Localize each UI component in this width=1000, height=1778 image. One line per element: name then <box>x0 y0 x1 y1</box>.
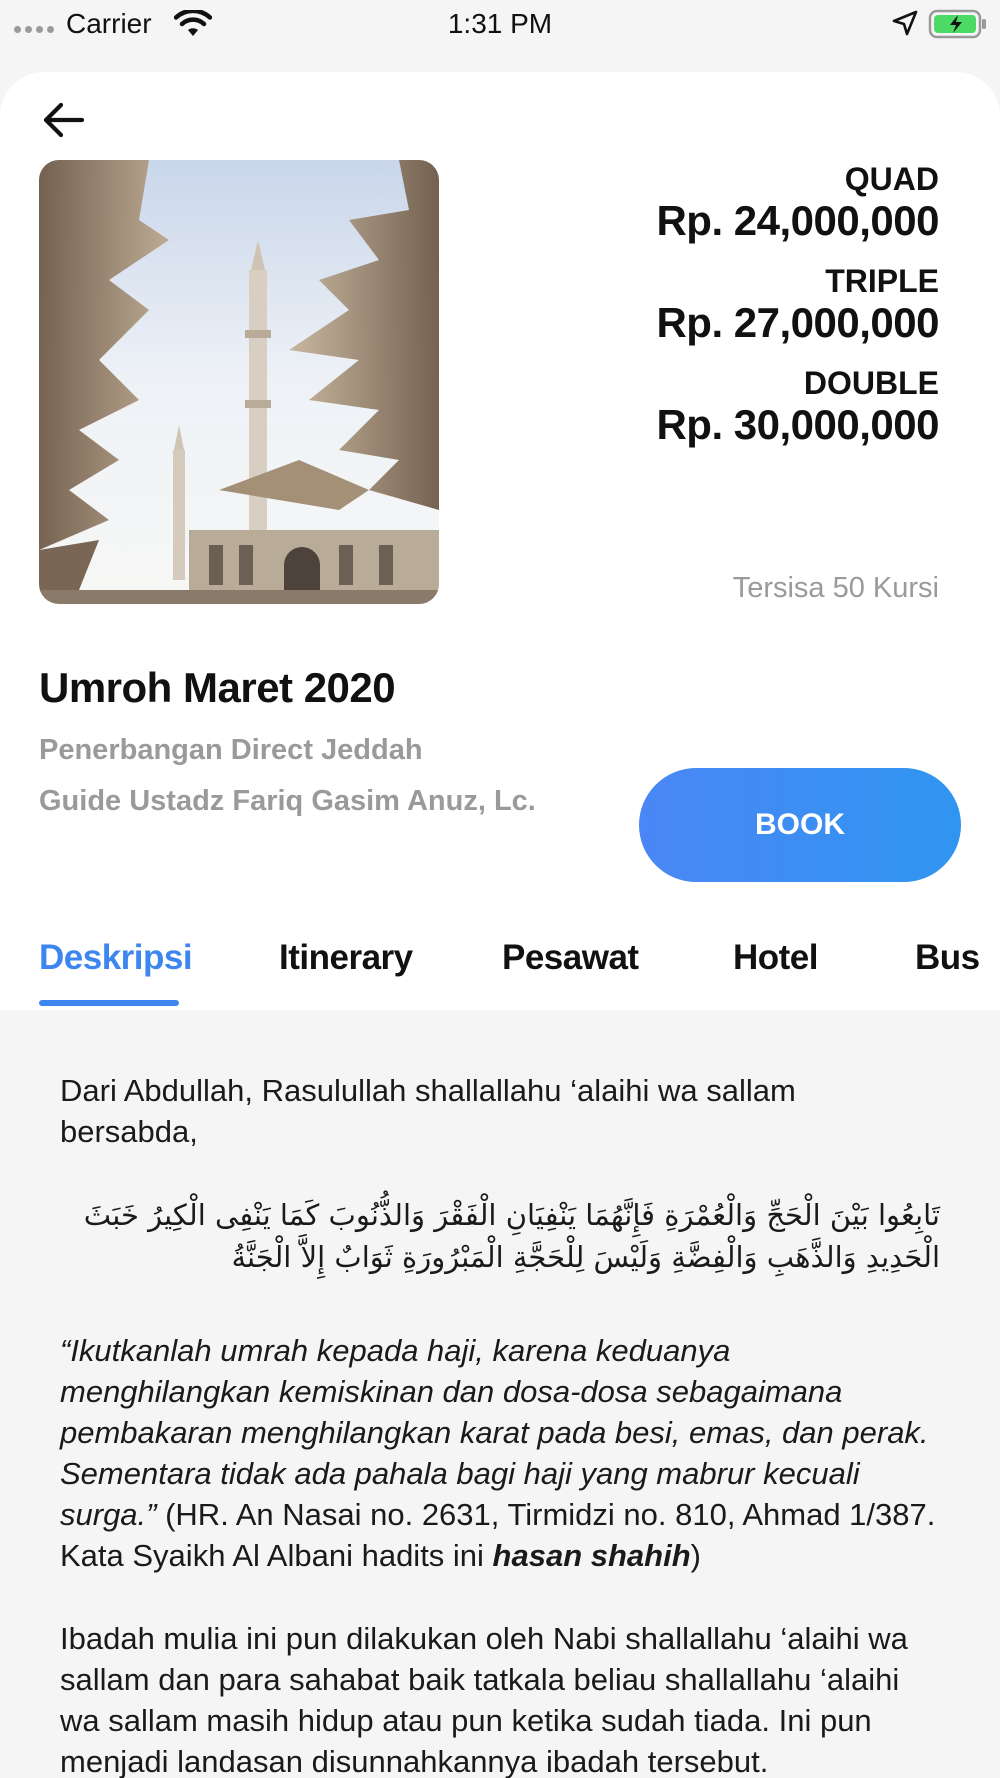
tab-pesawat[interactable]: Pesawat <box>502 938 639 978</box>
price-quad: QUAD Rp. 24,000,000 <box>656 160 939 244</box>
price-type-label: QUAD <box>844 161 939 197</box>
price-triple: TRIPLE Rp. 27,000,000 <box>656 262 939 346</box>
hadith-grade: hasan shahih <box>492 1538 691 1573</box>
back-button[interactable] <box>40 96 88 144</box>
tab-itinerary[interactable]: Itinerary <box>279 938 413 978</box>
arabic-hadith: تَابِعُوا بَيْنَ الْحَجِّ وَالْعُمْرَةِ … <box>83 1198 940 1274</box>
price-double: DOUBLE Rp. 30,000,000 <box>656 364 939 448</box>
active-tab-indicator <box>39 1000 179 1006</box>
price-value: Rp. 30,000,000 <box>656 401 939 448</box>
clock: 1:31 PM <box>447 8 553 39</box>
tab-hotel[interactable]: Hotel <box>733 938 819 978</box>
second-paragraph: Ibadah mulia ini pun dilakukan oleh Nabi… <box>60 1621 908 1778</box>
status-bar: Carrier 1:31 PM <box>0 0 1000 48</box>
tab-bus[interactable]: Bus <box>915 938 980 978</box>
description-content: Dari Abdullah, Rasulullah shallallahu ‘a… <box>60 1070 940 1778</box>
intro-paragraph: Dari Abdullah, Rasulullah shallallahu ‘a… <box>60 1073 796 1149</box>
tab-deskripsi[interactable]: Deskripsi <box>39 938 193 978</box>
price-type-label: DOUBLE <box>803 365 939 401</box>
price-value: Rp. 27,000,000 <box>656 299 939 346</box>
hadith-translation: “Ikutkanlah umrah kepada haji, karena ke… <box>60 1330 940 1576</box>
package-title: Umroh Maret 2020 <box>39 664 396 711</box>
seats-remaining: Tersisa 50 Kursi <box>732 572 939 604</box>
location-arrow-icon <box>892 10 918 41</box>
price-value: Rp. 24,000,000 <box>656 197 939 244</box>
package-detail-card: QUAD Rp. 24,000,000 TRIPLE Rp. 27,000,00… <box>0 72 1000 1010</box>
package-photo <box>39 160 439 604</box>
hadith-source-close: ) <box>690 1538 701 1573</box>
price-type-label: TRIPLE <box>825 263 939 299</box>
flight-info: Penerbangan Direct Jeddah <box>39 734 423 766</box>
back-arrow-icon <box>43 102 85 138</box>
price-list: QUAD Rp. 24,000,000 TRIPLE Rp. 27,000,00… <box>656 160 939 466</box>
book-button[interactable]: BOOK <box>639 768 961 882</box>
battery-icon <box>928 9 988 44</box>
guide-info: Guide Ustadz Fariq Gasim Anuz, Lc. <box>39 785 536 817</box>
detail-tabs: Deskripsi Itinerary Pesawat Hotel Bus <box>0 920 1000 1010</box>
